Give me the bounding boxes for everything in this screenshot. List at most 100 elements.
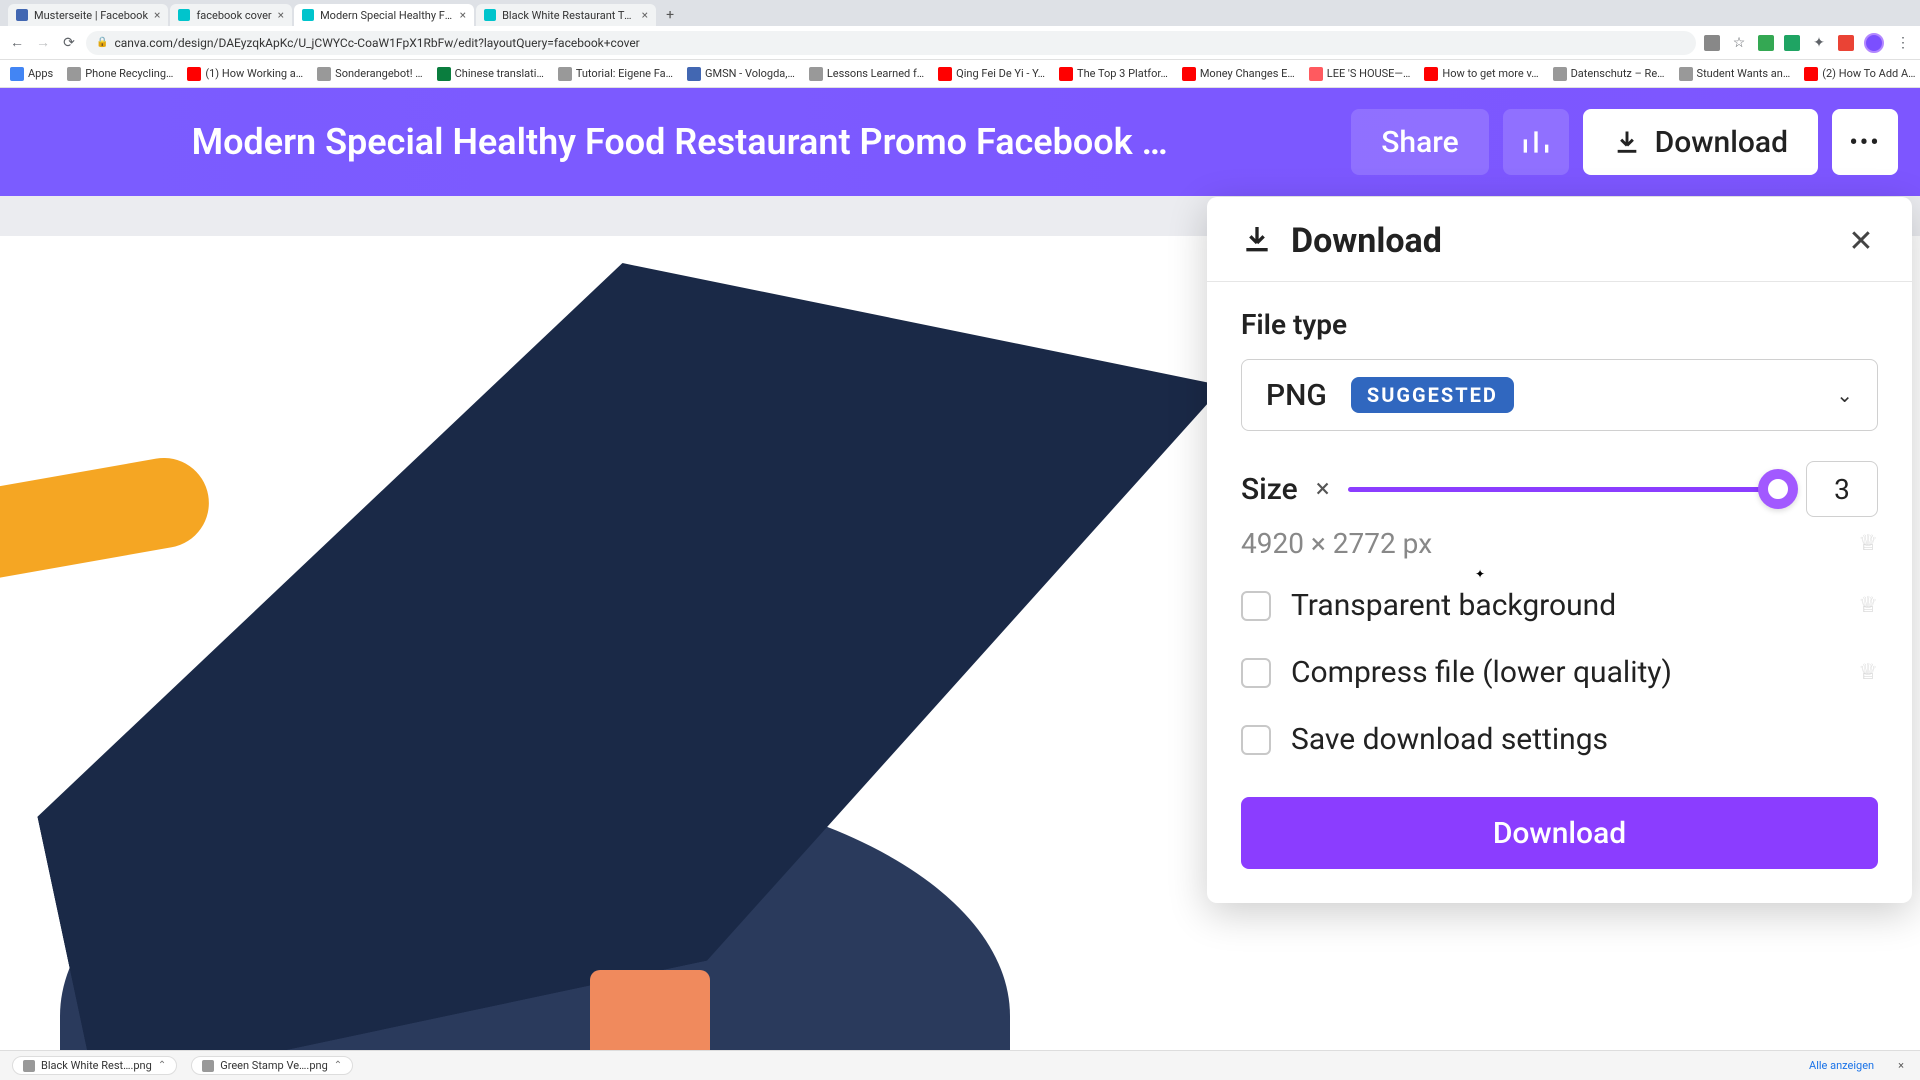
- checkbox[interactable]: [1241, 658, 1271, 688]
- bookmark-item[interactable]: Money Changes E…: [1182, 67, 1295, 81]
- bookmark-item[interactable]: Student Wants an…: [1679, 67, 1791, 81]
- bookmark-item[interactable]: Qing Fei De Yi - Y…: [938, 67, 1045, 81]
- bookmark-item[interactable]: LEE 'S HOUSE—…: [1309, 67, 1411, 81]
- bookmark-item[interactable]: Apps: [10, 67, 53, 81]
- option-save-settings[interactable]: Save download settings: [1241, 722, 1878, 757]
- extension-icon[interactable]: [1758, 35, 1774, 51]
- more-button[interactable]: •••: [1832, 109, 1898, 175]
- dimensions-text: 4920 × 2772 px: [1241, 527, 1858, 560]
- download-label: Download: [1655, 125, 1788, 160]
- cursor-icon: ✦: [1475, 567, 1485, 581]
- option-label: Compress file (lower quality): [1291, 655, 1838, 690]
- profile-avatar[interactable]: [1864, 33, 1884, 53]
- bookmark-item[interactable]: (2) How To Add A…: [1804, 67, 1915, 81]
- download-header-button[interactable]: Download: [1583, 109, 1818, 175]
- option-label: Save download settings: [1291, 722, 1878, 757]
- bookmark-item[interactable]: GMSN - Vologda,…: [687, 67, 795, 81]
- close-icon[interactable]: ×: [642, 8, 648, 22]
- option-compress[interactable]: Compress file (lower quality) ♕: [1241, 655, 1878, 690]
- dimensions-row: 4920 × 2772 px ♕: [1241, 527, 1878, 560]
- bookmark-item[interactable]: Lessons Learned f…: [809, 67, 924, 81]
- forward-icon[interactable]: →: [34, 34, 52, 52]
- option-transparent[interactable]: Transparent background ♕: [1241, 588, 1878, 623]
- tab-facebook[interactable]: Musterseite | Facebook ×: [8, 4, 168, 26]
- extension-icons: ☆ ✦ ⋮: [1704, 33, 1912, 53]
- lock-icon: 🔒: [96, 37, 108, 48]
- extension-icon[interactable]: [1704, 35, 1720, 51]
- checkbox[interactable]: [1241, 725, 1271, 755]
- back-icon[interactable]: ←: [8, 34, 26, 52]
- close-button[interactable]: ✕: [1844, 224, 1878, 259]
- share-button[interactable]: Share: [1351, 109, 1488, 175]
- extension-icon[interactable]: [1784, 35, 1800, 51]
- tab-black-white[interactable]: Black White Restaurant Typog ×: [476, 4, 656, 26]
- apps-icon: [10, 67, 24, 81]
- extension-icon[interactable]: [1838, 35, 1854, 51]
- insights-button[interactable]: [1503, 109, 1569, 175]
- size-label: Size: [1241, 472, 1298, 507]
- tab-title: Black White Restaurant Typog: [502, 9, 636, 22]
- bookmark-favicon-icon: [1424, 67, 1438, 81]
- chevron-up-icon[interactable]: ⌃: [334, 1060, 342, 1071]
- download-panel: Download ✕ File type PNG SUGGESTED ⌄ Siz…: [1207, 197, 1912, 903]
- tab-current[interactable]: Modern Special Healthy Food ×: [294, 4, 474, 26]
- tab-title: Modern Special Healthy Food: [320, 9, 454, 22]
- crown-icon: ♕: [1858, 660, 1878, 685]
- close-icon[interactable]: ×: [460, 8, 466, 22]
- close-shelf-button[interactable]: ×: [1894, 1059, 1908, 1072]
- panel-body: File type PNG SUGGESTED ⌄ Size × 4920 × …: [1207, 282, 1912, 903]
- shelf-download-item[interactable]: Black White Rest….png ⌃: [12, 1056, 177, 1075]
- size-row: Size ×: [1241, 461, 1878, 517]
- close-icon[interactable]: ×: [154, 8, 160, 22]
- puzzle-icon[interactable]: ✦: [1810, 34, 1828, 52]
- download-shelf: Black White Rest….png ⌃ Green Stamp Ve….…: [0, 1050, 1920, 1080]
- new-tab-button[interactable]: +: [658, 4, 682, 26]
- tab-title: facebook cover: [196, 9, 271, 22]
- bookmark-item[interactable]: Datenschutz – Re…: [1553, 67, 1665, 81]
- browser-tabs: Musterseite | Facebook× facebook cover× …: [0, 0, 1920, 26]
- bookmark-favicon-icon: [1804, 67, 1818, 81]
- file-icon: [23, 1060, 35, 1072]
- star-icon[interactable]: ☆: [1730, 34, 1748, 52]
- size-slider[interactable]: [1348, 469, 1788, 509]
- url-text: canva.com/design/DAEyzqkApKc/U_jCWYCc-Co…: [114, 36, 639, 50]
- close-icon[interactable]: ×: [278, 8, 284, 22]
- menu-icon[interactable]: ⋮: [1894, 34, 1912, 52]
- bookmark-item[interactable]: Sonderangebot! …: [317, 67, 422, 81]
- url-input[interactable]: 🔒 canva.com/design/DAEyzqkApKc/U_jCWYCc-…: [86, 31, 1696, 55]
- bookmark-item[interactable]: How to get more v…: [1424, 67, 1538, 81]
- bookmark-favicon-icon: [1309, 67, 1323, 81]
- times-icon: ×: [1316, 474, 1330, 504]
- download-button[interactable]: Download: [1241, 797, 1878, 869]
- bookmark-item[interactable]: Chinese translati…: [437, 67, 544, 81]
- slider-thumb[interactable]: [1758, 469, 1798, 509]
- tab-cover[interactable]: facebook cover ×: [170, 4, 292, 26]
- app-header: Modern Special Healthy Food Restaurant P…: [0, 88, 1920, 196]
- bookmark-item[interactable]: The Top 3 Platfor…: [1059, 67, 1168, 81]
- bookmark-favicon-icon: [687, 67, 701, 81]
- bookmark-favicon-icon: [1182, 67, 1196, 81]
- size-input[interactable]: [1806, 461, 1878, 517]
- chevron-up-icon[interactable]: ⌃: [158, 1060, 166, 1071]
- reload-icon[interactable]: ⟳: [60, 34, 78, 52]
- favicon-icon: [484, 9, 496, 21]
- document-title: Modern Special Healthy Food Restaurant P…: [22, 121, 1337, 163]
- bookmarks-bar: Apps Phone Recycling… (1) How Working a……: [0, 60, 1920, 88]
- tab-title: Musterseite | Facebook: [34, 9, 148, 22]
- bookmark-item[interactable]: Tutorial: Eigene Fa…: [558, 67, 673, 81]
- file-type-select[interactable]: PNG SUGGESTED ⌄: [1241, 359, 1878, 431]
- option-label: Transparent background: [1291, 588, 1838, 623]
- shelf-download-item[interactable]: Green Stamp Ve….png ⌃: [191, 1056, 353, 1075]
- favicon-icon: [178, 9, 190, 21]
- shelf-filename: Green Stamp Ve….png: [220, 1059, 328, 1072]
- bookmark-item[interactable]: Phone Recycling…: [67, 67, 173, 81]
- bookmark-favicon-icon: [809, 67, 823, 81]
- panel-header: Download ✕: [1207, 197, 1912, 281]
- bookmark-favicon-icon: [938, 67, 952, 81]
- checkbox[interactable]: [1241, 591, 1271, 621]
- show-all-downloads[interactable]: Alle anzeigen: [1803, 1059, 1880, 1072]
- bookmark-item[interactable]: (1) How Working a…: [187, 67, 303, 81]
- artwork-shape: [0, 196, 1318, 1050]
- bar-chart-icon: [1520, 126, 1552, 158]
- address-bar-row: ← → ⟳ 🔒 canva.com/design/DAEyzqkApKc/U_j…: [0, 26, 1920, 60]
